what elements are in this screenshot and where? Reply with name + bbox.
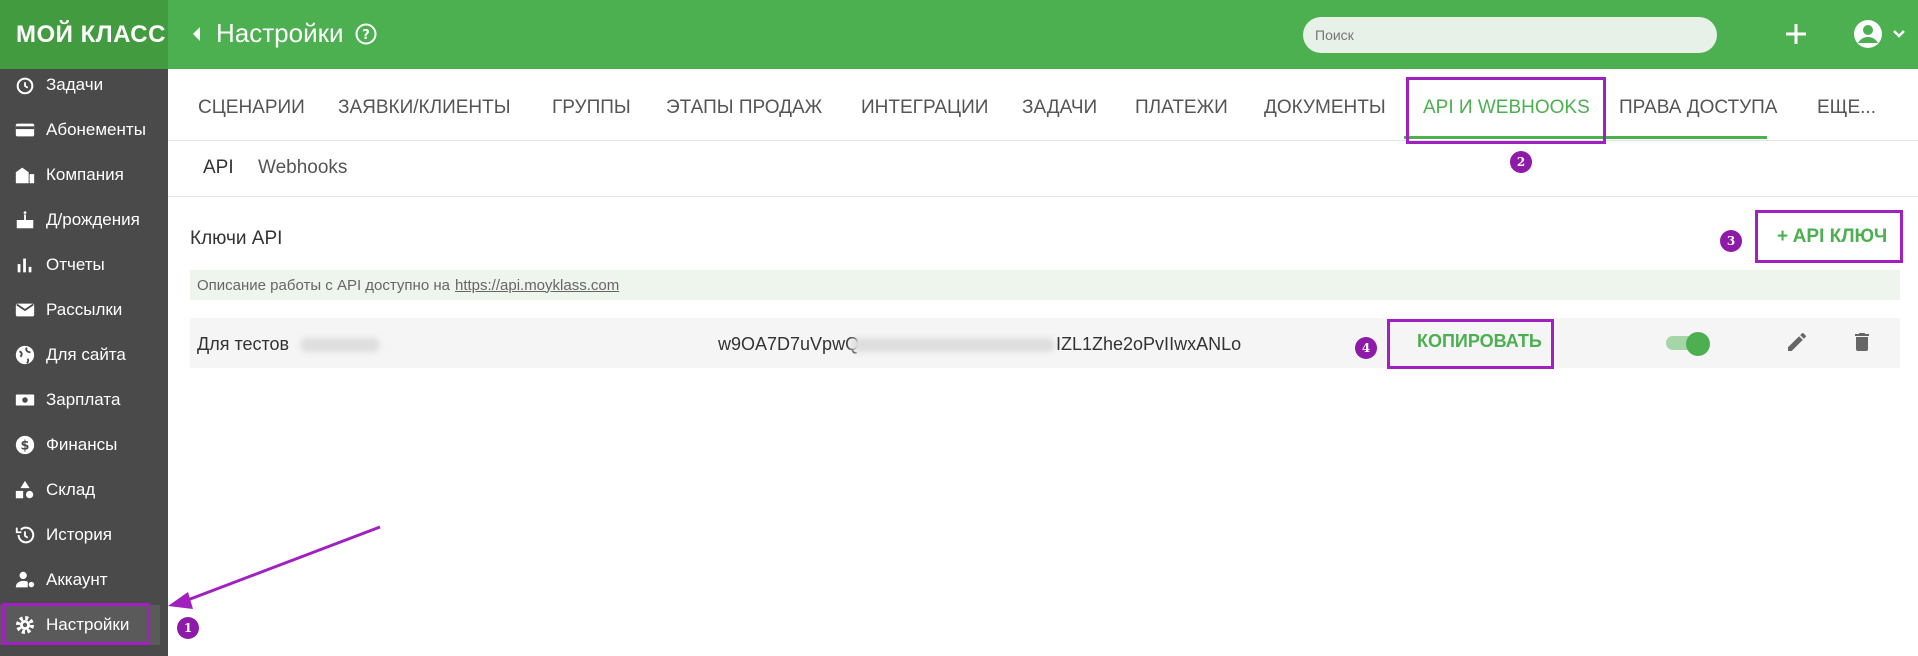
annotation-arrow [168, 525, 381, 609]
